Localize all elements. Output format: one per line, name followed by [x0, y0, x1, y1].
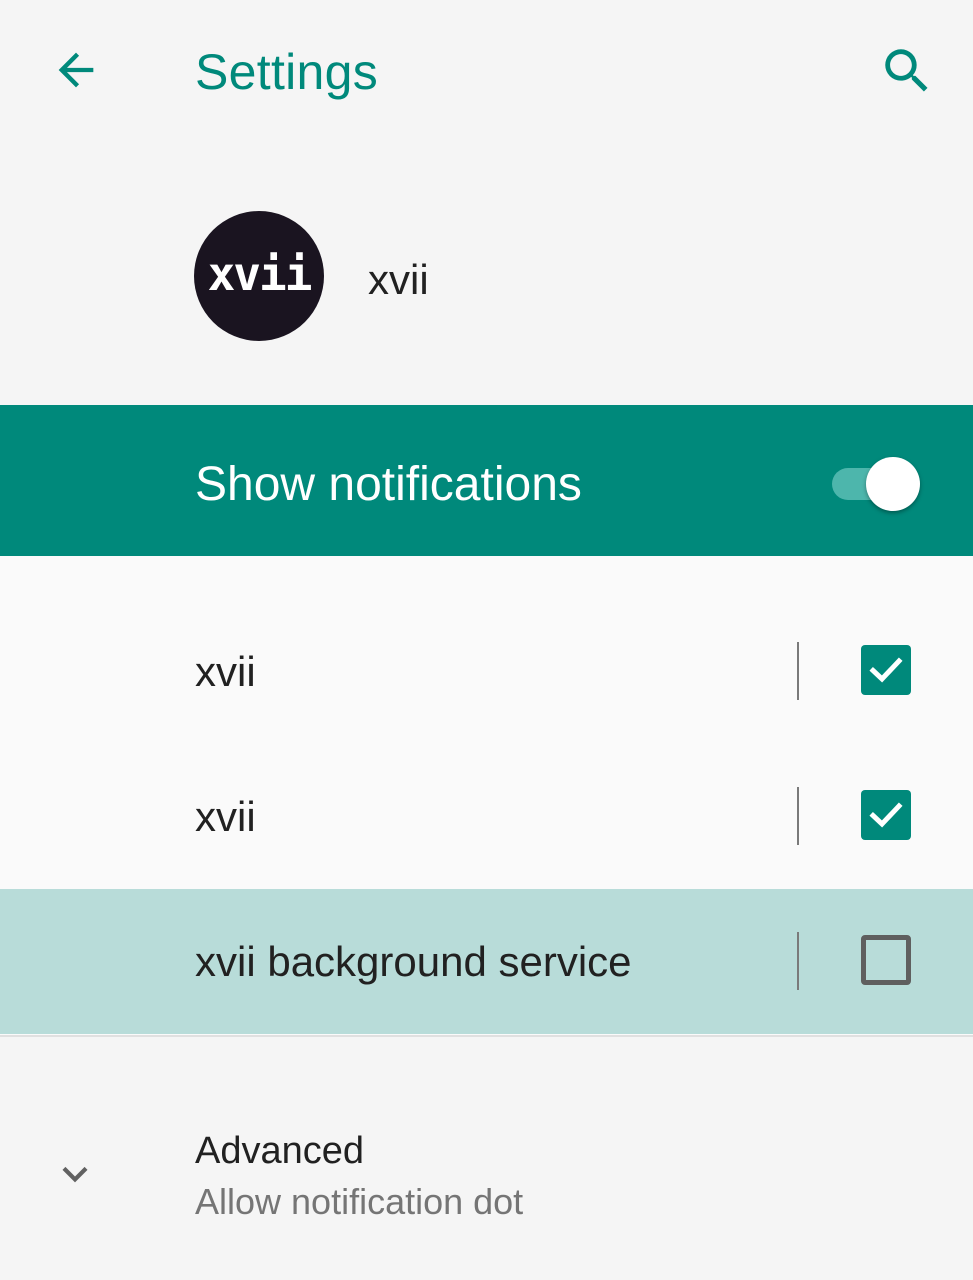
- check-icon: [869, 657, 903, 683]
- channel-label: xvii background service: [195, 938, 632, 985]
- switch-thumb: [866, 457, 920, 511]
- chevron-down-icon: [62, 1166, 88, 1183]
- advanced-subtitle: Allow notification dot: [195, 1181, 524, 1222]
- row-divider: [797, 932, 799, 990]
- app-header: xvii xvii: [0, 145, 973, 405]
- channel-checkbox[interactable]: [861, 935, 911, 985]
- app-name: xvii: [368, 256, 429, 303]
- arrow-back-icon: [58, 52, 94, 88]
- channel-row-background-service[interactable]: xvii background service: [0, 889, 973, 1034]
- notification-channel-list: xvii xvii xvii background service: [0, 556, 973, 1036]
- channel-row[interactable]: xvii: [0, 744, 973, 889]
- check-icon: [869, 802, 903, 828]
- channel-label: xvii: [195, 648, 256, 695]
- row-divider: [797, 787, 799, 845]
- search-button[interactable]: [872, 36, 942, 106]
- app-icon-text: xvii: [207, 247, 313, 301]
- advanced-title: Advanced: [195, 1130, 365, 1172]
- show-notifications-label: Show notifications: [195, 458, 582, 511]
- show-notifications-row[interactable]: Show notifications: [0, 405, 973, 556]
- show-notifications-switch[interactable]: [830, 455, 922, 511]
- channel-label: xvii: [195, 793, 256, 840]
- advanced-row[interactable]: Advanced Allow notification dot: [0, 1037, 973, 1280]
- back-button[interactable]: [42, 36, 110, 104]
- channel-checkbox[interactable]: [861, 645, 911, 695]
- search-icon: [885, 49, 928, 92]
- row-divider: [797, 642, 799, 700]
- channel-checkbox[interactable]: [861, 790, 911, 840]
- app-bar: Settings: [0, 0, 973, 145]
- page-title: Settings: [195, 44, 379, 100]
- channel-row[interactable]: xvii: [0, 599, 973, 744]
- app-icon: xvii: [194, 211, 324, 341]
